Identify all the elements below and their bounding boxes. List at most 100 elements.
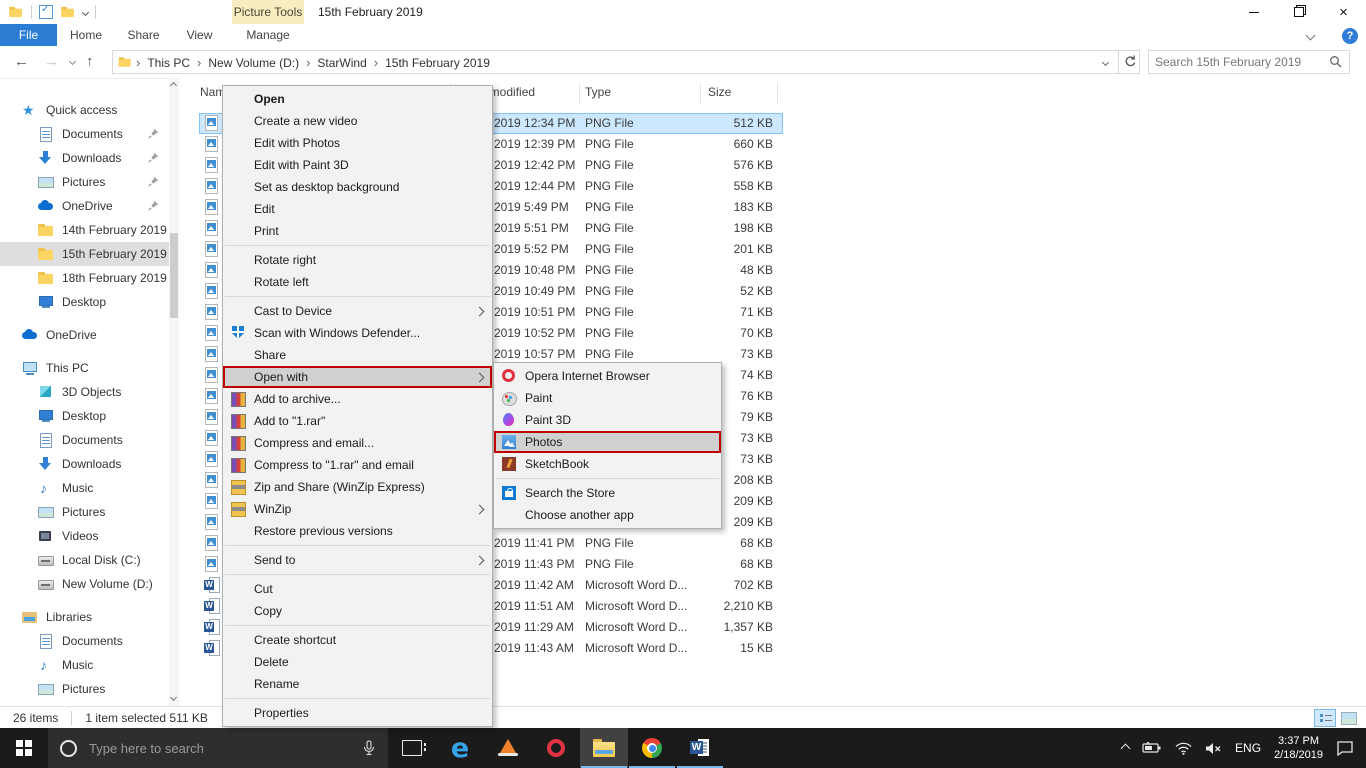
qat-customize-icon[interactable] [82, 8, 89, 15]
sidebar-item-15th-february-2019[interactable]: 15th February 2019 [0, 242, 169, 266]
sidebar-item-14th-february-2019[interactable]: 14th February 2019 [0, 218, 169, 242]
context-menu-item-properties[interactable]: Properties [223, 702, 492, 724]
column-header-size[interactable]: Size [708, 85, 731, 99]
context-menu-item-winzip[interactable]: WinZip [223, 498, 492, 520]
breadcrumb-item-new-volume-d[interactable]: New Volume (D:) [204, 56, 303, 70]
taskbar-opera-button[interactable] [532, 728, 580, 768]
action-center-icon[interactable] [1336, 740, 1354, 756]
open-with-item-search-the-store[interactable]: Search the Store [494, 482, 721, 504]
context-menu-item-add-to-1-rar[interactable]: Add to "1.rar" [223, 410, 492, 432]
sidebar-item-this-pc[interactable]: This PC [0, 356, 169, 380]
help-button[interactable]: ? [1342, 28, 1358, 44]
context-menu-item-rename[interactable]: Rename [223, 673, 492, 695]
open-with-item-sketchbook[interactable]: SketchBook [494, 453, 721, 475]
context-menu-item-edit-with-paint-3d[interactable]: Edit with Paint 3D [223, 154, 492, 176]
context-menu-item-compress-and-email[interactable]: Compress and email... [223, 432, 492, 454]
context-menu-item-edit-with-photos[interactable]: Edit with Photos [223, 132, 492, 154]
task-view-button[interactable] [388, 728, 436, 768]
close-button[interactable]: × [1321, 0, 1366, 24]
sidebar-item-3d-objects[interactable]: 3D Objects [0, 380, 169, 404]
wifi-icon[interactable] [1175, 742, 1192, 755]
open-with-item-photos[interactable]: Photos [494, 431, 721, 453]
tab-file[interactable]: File [0, 24, 57, 46]
open-with-item-paint-3d[interactable]: Paint 3D [494, 409, 721, 431]
sidebar-item-new-volume-d[interactable]: New Volume (D:) [0, 572, 169, 596]
context-menu-item-rotate-left[interactable]: Rotate left [223, 271, 492, 293]
tab-view[interactable]: View [172, 24, 227, 46]
context-menu-item-delete[interactable]: Delete [223, 651, 492, 673]
context-menu-item-send-to[interactable]: Send to [223, 549, 492, 571]
context-menu-item-share[interactable]: Share [223, 344, 492, 366]
sidebar-item-onedrive[interactable]: OneDrive [0, 194, 169, 218]
sidebar-item-downloads[interactable]: Downloads [0, 452, 169, 476]
taskbar-vlc-button[interactable] [484, 728, 532, 768]
sidebar-item-music[interactable]: Music [0, 653, 169, 677]
sidebar-item-music[interactable]: Music [0, 476, 169, 500]
microphone-icon[interactable] [362, 740, 376, 757]
start-button[interactable] [0, 728, 48, 768]
picture-tools-contextual-tab[interactable]: Picture Tools [232, 0, 304, 24]
context-menu-item-open[interactable]: Open [223, 88, 492, 110]
context-menu-item-cut[interactable]: Cut [223, 578, 492, 600]
sidebar-item-downloads[interactable]: Downloads [0, 146, 169, 170]
navigation-scrollbar[interactable] [169, 78, 179, 706]
open-with-item-choose-another-app[interactable]: Choose another app [494, 504, 721, 526]
breadcrumb-item-starwind[interactable]: StarWind [313, 56, 370, 70]
sidebar-item-onedrive[interactable]: OneDrive [0, 323, 169, 347]
sidebar-item-pictures[interactable]: Pictures [0, 170, 169, 194]
tab-share[interactable]: Share [115, 24, 172, 46]
breadcrumb-item-this-pc[interactable]: This PC [143, 56, 194, 70]
scroll-down-icon[interactable] [170, 694, 177, 701]
language-indicator[interactable]: ENG [1235, 741, 1261, 755]
breadcrumb-item-15th-february-2019[interactable]: 15th February 2019 [381, 56, 494, 70]
taskbar-word-button[interactable] [676, 728, 724, 768]
taskbar-search-box[interactable]: Type here to search [48, 728, 388, 768]
sidebar-item-documents[interactable]: Documents [0, 122, 169, 146]
tab-manage[interactable]: Manage [232, 24, 304, 46]
column-divider[interactable] [579, 83, 580, 103]
refresh-icon[interactable] [1121, 54, 1139, 70]
context-menu-item-create-a-new-video[interactable]: Create a new video [223, 110, 492, 132]
sidebar-item-18th-february-2019[interactable]: 18th February 2019 [0, 266, 169, 290]
context-menu-item-set-as-desktop-background[interactable]: Set as desktop background [223, 176, 492, 198]
scroll-up-icon[interactable] [170, 82, 177, 89]
context-menu-item-add-to-archive[interactable]: Add to archive... [223, 388, 492, 410]
sidebar-item-quick-access[interactable]: Quick access [0, 98, 169, 122]
volume-muted-icon[interactable] [1205, 742, 1222, 755]
qat-new-folder-button[interactable] [61, 5, 75, 19]
open-with-item-opera-internet-browser[interactable]: Opera Internet Browser [494, 365, 721, 387]
hidden-icons-chevron-icon[interactable] [1121, 743, 1131, 753]
scrollbar-thumb[interactable] [170, 233, 178, 318]
sidebar-item-videos[interactable]: Videos [0, 524, 169, 548]
context-menu-item-scan-with-windows-defender[interactable]: Scan with Windows Defender... [223, 322, 492, 344]
context-menu-item-print[interactable]: Print [223, 220, 492, 242]
context-menu-item-rotate-right[interactable]: Rotate right [223, 249, 492, 271]
context-menu-item-restore-previous-versions[interactable]: Restore previous versions [223, 520, 492, 542]
column-divider[interactable] [700, 83, 701, 103]
clock[interactable]: 3:37 PM 2/18/2019 [1274, 734, 1323, 762]
sidebar-item-local-disk-c[interactable]: Local Disk (C:) [0, 548, 169, 572]
context-menu-item-copy[interactable]: Copy [223, 600, 492, 622]
context-menu-item-zip-and-share-winzip-express[interactable]: Zip and Share (WinZip Express) [223, 476, 492, 498]
taskbar-chrome-button[interactable] [628, 728, 676, 768]
sidebar-item-desktop[interactable]: Desktop [0, 290, 169, 314]
column-divider[interactable] [777, 83, 778, 103]
context-menu-item-compress-to-1-rar-and-email[interactable]: Compress to "1.rar" and email [223, 454, 492, 476]
sidebar-item-desktop[interactable]: Desktop [0, 404, 169, 428]
context-menu-item-edit[interactable]: Edit [223, 198, 492, 220]
search-box[interactable]: Search 15th February 2019 [1148, 50, 1350, 74]
address-field[interactable]: › This PC›New Volume (D:)›StarWind›15th … [112, 50, 1140, 74]
sidebar-item-pictures[interactable]: Pictures [0, 500, 169, 524]
back-button[interactable]: ← [14, 53, 29, 71]
recent-locations-icon[interactable] [69, 58, 76, 65]
minimize-button[interactable] [1231, 0, 1276, 24]
context-menu-item-cast-to-device[interactable]: Cast to Device [223, 300, 492, 322]
tab-home[interactable]: Home [57, 24, 115, 46]
open-with-item-paint[interactable]: Paint [494, 387, 721, 409]
column-header-type[interactable]: Type [585, 85, 611, 99]
taskbar-edge-button[interactable]: e [436, 728, 484, 768]
context-menu-item-open-with[interactable]: Open with [223, 366, 492, 388]
details-view-button[interactable] [1314, 709, 1336, 727]
sidebar-item-documents[interactable]: Documents [0, 428, 169, 452]
up-button[interactable]: ↑ [86, 53, 94, 71]
